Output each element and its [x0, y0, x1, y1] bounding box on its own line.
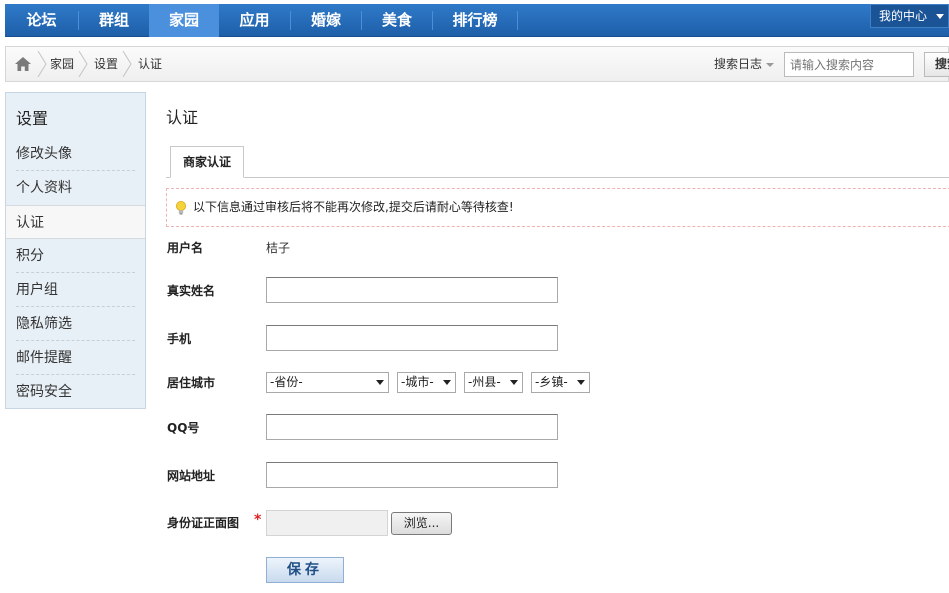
settings-sidebar: 设置 修改头像 个人资料 认证 积分 用户组 隐私筛选 邮件提醒 密码安全	[5, 92, 146, 409]
notice-box: 以下信息通过审核后将不能再次修改,提交后请耐心等待核查!	[166, 188, 949, 227]
breadcrumb-item-settings[interactable]: 设置	[94, 47, 118, 81]
my-center-label: 我的中心	[879, 9, 928, 23]
tab-divider	[166, 177, 949, 178]
realname-field[interactable]	[266, 277, 558, 303]
sidebar-item-verification[interactable]: 认证	[6, 205, 145, 239]
county-value: -州县-	[468, 375, 501, 389]
breadcrumb-arrow-icon	[122, 51, 132, 77]
nav-item-food[interactable]: 美食	[362, 4, 432, 37]
nav-separator	[517, 11, 518, 30]
sidebar-title: 设置	[16, 109, 49, 128]
website-label: 网站地址	[167, 469, 216, 483]
save-button[interactable]: 保存	[266, 557, 344, 583]
sidebar-item-label: 认证	[16, 215, 44, 231]
sidebar-item-label: 用户组	[16, 282, 58, 298]
city-value: -城市-	[401, 375, 434, 389]
lightbulb-icon	[176, 201, 186, 215]
sidebar-item-profile[interactable]: 个人资料	[6, 171, 145, 205]
chevron-down-icon	[936, 14, 944, 19]
breadcrumb-item-home[interactable]: 家园	[50, 47, 74, 81]
page-title: 认证	[166, 108, 199, 127]
sidebar-item-label: 隐私筛选	[16, 316, 72, 332]
username-value: 桔子	[266, 241, 291, 255]
sidebar-item-avatar[interactable]: 修改头像	[6, 137, 145, 171]
nav-item-forum[interactable]: 论坛	[5, 4, 78, 37]
chevron-down-icon	[376, 380, 384, 385]
qq-label: QQ号	[167, 421, 200, 435]
sidebar-item-email-notify[interactable]: 邮件提醒	[6, 341, 145, 375]
nav-item-ranking[interactable]: 排行榜	[433, 4, 517, 37]
sidebar-item-label: 修改头像	[16, 146, 72, 162]
realname-label: 真实姓名	[167, 284, 216, 298]
sidebar-item-usergroup[interactable]: 用户组	[6, 273, 145, 307]
search-scope-dropdown[interactable]: 搜索日志	[714, 47, 775, 81]
nav-item-wedding[interactable]: 婚嫁	[291, 4, 361, 37]
province-value: -省份-	[270, 375, 303, 389]
idcard-label: 身份证正面图	[167, 516, 240, 530]
breadcrumb: 家园 设置 认证 搜索日志 搜索	[5, 46, 949, 82]
sidebar-item-label: 个人资料	[16, 180, 72, 196]
tab-merchant-verification[interactable]: 商家认证	[170, 146, 244, 178]
breadcrumb-item-current: 认证	[138, 57, 163, 71]
qq-field[interactable]	[266, 414, 558, 440]
town-select[interactable]: -乡镇-	[531, 372, 590, 393]
province-select[interactable]: -省份-	[266, 372, 389, 393]
phone-field[interactable]	[266, 325, 558, 351]
username-label: 用户名	[167, 241, 204, 255]
chevron-down-icon	[510, 380, 518, 385]
sidebar-item-credits[interactable]: 积分	[6, 239, 145, 273]
city-select[interactable]: -城市-	[397, 372, 456, 393]
sidebar-item-label: 邮件提醒	[16, 350, 72, 366]
breadcrumb-arrow-icon	[37, 51, 47, 77]
chevron-down-icon	[577, 380, 585, 385]
nav-item-groups[interactable]: 群组	[79, 4, 149, 37]
sidebar-item-password[interactable]: 密码安全	[6, 375, 145, 409]
home-icon[interactable]	[15, 57, 31, 71]
top-navigation-bar: 论坛 群组 家园 应用 婚嫁 美食 排行榜	[5, 4, 949, 37]
chevron-down-icon	[443, 380, 451, 385]
search-scope-label: 搜索日志	[714, 57, 763, 71]
phone-label: 手机	[167, 332, 192, 346]
browse-button[interactable]: 浏览...	[391, 512, 452, 535]
sidebar-item-label: 积分	[16, 248, 44, 264]
required-mark: *	[254, 512, 262, 528]
sidebar-item-privacy[interactable]: 隐私筛选	[6, 307, 145, 341]
search-input[interactable]	[784, 52, 914, 77]
city-label: 居住城市	[167, 376, 216, 390]
sidebar-item-label: 密码安全	[16, 384, 72, 400]
idcard-file-field[interactable]	[266, 510, 388, 536]
my-center-dropdown[interactable]: 我的中心	[870, 4, 949, 28]
search-button[interactable]: 搜索	[924, 52, 949, 77]
county-select[interactable]: -州县-	[464, 372, 523, 393]
breadcrumb-arrow-icon	[78, 51, 88, 77]
nav-item-home[interactable]: 家园	[149, 4, 219, 37]
notice-text: 以下信息通过审核后将不能再次修改,提交后请耐心等待核查!	[193, 200, 514, 214]
nav-item-apps[interactable]: 应用	[219, 4, 290, 37]
town-value: -乡镇-	[535, 375, 568, 389]
website-field[interactable]	[266, 462, 558, 488]
chevron-down-icon	[766, 62, 775, 67]
